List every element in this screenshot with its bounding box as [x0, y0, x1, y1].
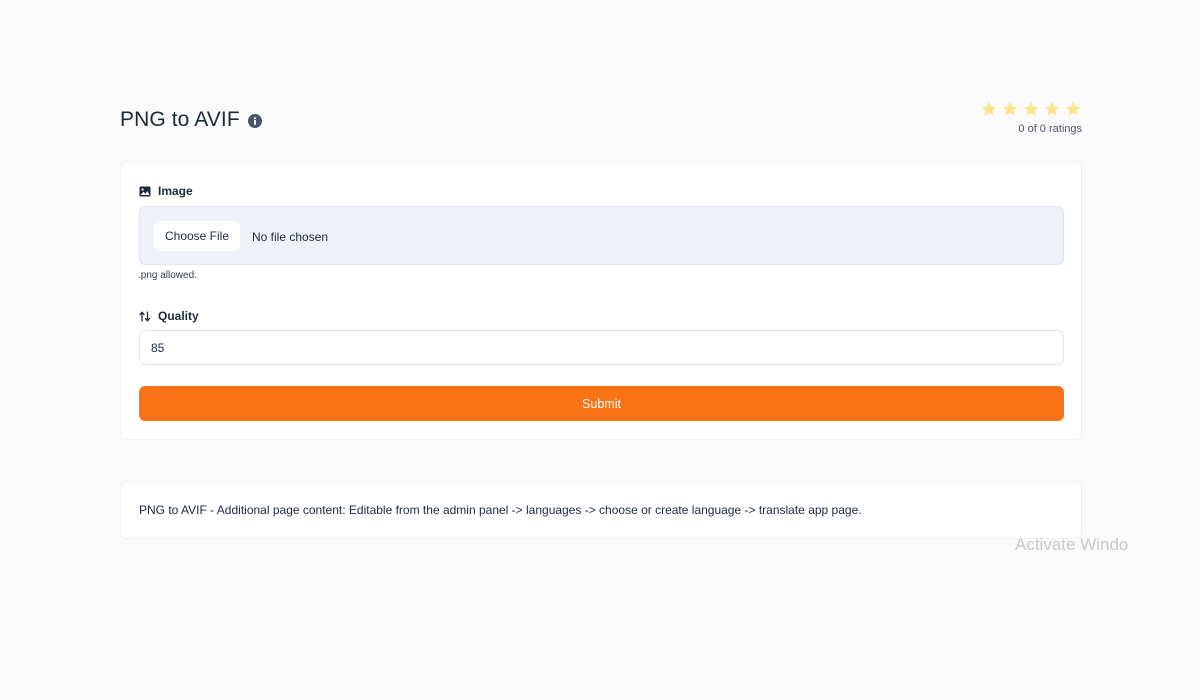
additional-content-card: PNG to AVIF - Additional page content: E…	[120, 481, 1082, 539]
star-icon[interactable]	[1064, 100, 1082, 119]
star-icon[interactable]	[980, 100, 998, 119]
activate-windows-watermark: Activate Windo	[1015, 535, 1129, 554]
converter-form-card: Image Choose File No file chosen .png al…	[120, 161, 1082, 440]
image-label-text: Image	[158, 184, 193, 198]
star-icon[interactable]	[1001, 100, 1019, 119]
page: PNG to AVIF 0 of 0 ratings Image Choose …	[0, 0, 1200, 700]
quality-field-label: Quality	[139, 309, 199, 323]
image-field-label: Image	[139, 184, 193, 198]
additional-content-text: PNG to AVIF - Additional page content: E…	[139, 503, 862, 517]
submit-button[interactable]: Submit	[139, 386, 1064, 421]
file-status-text: No file chosen	[252, 230, 329, 244]
sort-arrows-icon	[139, 310, 151, 322]
quality-label-text: Quality	[158, 309, 199, 323]
allowed-formats-hint: .png allowed.	[138, 270, 197, 281]
page-title: PNG to AVIF	[120, 108, 240, 131]
title-group: PNG to AVIF	[120, 108, 262, 132]
page-header: PNG to AVIF 0 of 0 ratings	[120, 100, 1082, 140]
rating-count: 0 of 0 ratings	[1018, 123, 1082, 135]
choose-file-button[interactable]: Choose File	[154, 221, 240, 251]
quality-input[interactable]: 85	[139, 330, 1064, 365]
image-icon	[139, 186, 151, 197]
info-circle-icon[interactable]	[247, 113, 262, 128]
file-input[interactable]: Choose File No file chosen	[139, 206, 1064, 265]
star-icon[interactable]	[1022, 100, 1040, 119]
rating-widget: 0 of 0 ratings	[980, 100, 1082, 135]
rating-stars	[980, 100, 1082, 119]
star-icon[interactable]	[1043, 100, 1061, 119]
